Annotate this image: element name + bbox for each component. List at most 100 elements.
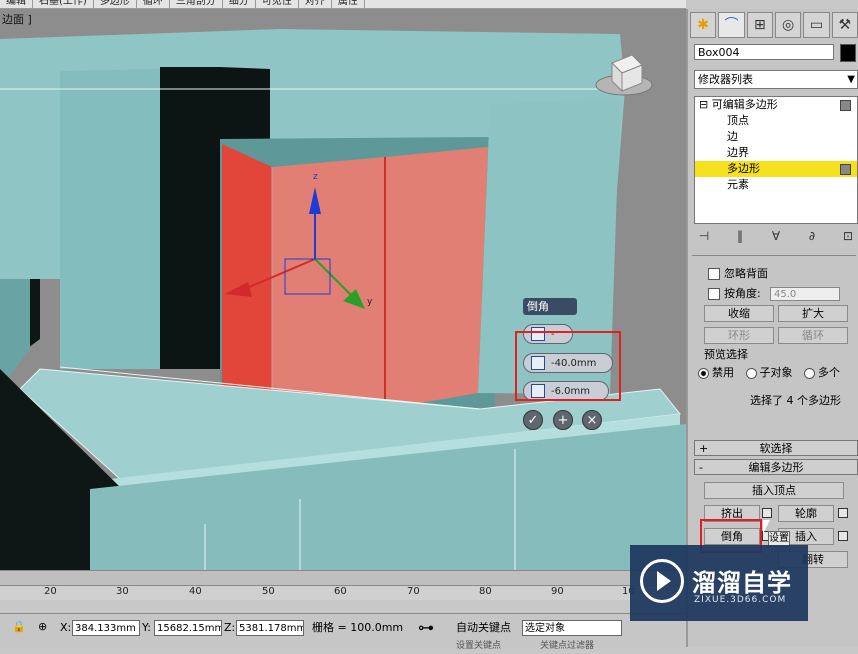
z-coordinate-field[interactable]: 5381.178mm — [236, 620, 304, 636]
key-filters-button[interactable]: 关键点过滤器 — [540, 638, 594, 654]
gizmo-y-label: y — [367, 297, 373, 307]
selected-polygon — [385, 147, 488, 409]
configure-sets-icon[interactable]: ⊡ — [838, 229, 858, 249]
menu-item[interactable]: 属性 — [332, 0, 365, 8]
ruler-tick: 20 — [44, 586, 57, 597]
menu-item[interactable]: 对齐 — [299, 0, 332, 8]
plus-icon: + — [699, 442, 709, 455]
status-bar: 🔒 ⊕ X: 384.133mm Y: 15682.15mm Z: 5381.1… — [0, 613, 686, 651]
stack-item-edge[interactable]: 边 — [695, 129, 857, 145]
chevron-down-icon: ▼ — [847, 74, 855, 85]
preview-subobject-radio[interactable]: 子对象 — [745, 366, 793, 379]
set-key-button[interactable]: 设置关键点 — [456, 638, 501, 654]
show-end-result-icon[interactable]: ‖ — [730, 229, 750, 249]
menu-item[interactable]: 三角剖分 — [170, 0, 223, 8]
hierarchy-tab-icon[interactable]: ⊞ — [746, 12, 773, 38]
object-name-field[interactable]: Box004 — [694, 44, 834, 60]
outline-button[interactable]: 轮廓 — [778, 505, 834, 522]
soft-selection-rollout[interactable]: + 软选择 — [694, 440, 858, 456]
by-angle-spinner[interactable]: 45.0 — [770, 287, 840, 301]
selection-status: 选择了 4 个多边形 — [750, 394, 841, 407]
watermark-url: ZIXUE.3D66.COM — [694, 595, 787, 605]
stack-toolbar: ⊣ ‖ ∀ ∂ ⊡ — [694, 229, 858, 249]
bevel-caddy: 倒角 - -40.0mm -6.0mm ✓ + × — [515, 298, 631, 433]
preview-multi-radio[interactable]: 多个 — [804, 366, 840, 379]
y-label: Y: — [142, 621, 151, 634]
grow-button[interactable]: 扩大 — [778, 305, 848, 322]
make-unique-icon[interactable]: ∀ — [766, 229, 786, 249]
stack-toggle-icon — [840, 100, 851, 111]
menu-item[interactable]: 可见性 — [256, 0, 299, 8]
ruler-tick: 70 — [407, 586, 420, 597]
shrink-button[interactable]: 收缩 — [704, 305, 774, 322]
minus-icon: - — [699, 461, 703, 474]
outline-settings-icon[interactable] — [838, 508, 848, 518]
loop-button[interactable]: 循环 — [778, 327, 848, 344]
x-label: X: — [60, 621, 72, 634]
absolute-mode-icon[interactable]: ⊕ — [38, 619, 47, 635]
column-face — [60, 69, 160, 369]
inset-settings-icon[interactable] — [838, 531, 848, 541]
create-tab-icon[interactable]: ✱ — [690, 12, 717, 38]
stack-item-vertex[interactable]: 顶点 — [695, 113, 857, 129]
track-ruler: 20 30 40 50 60 70 80 90 10 — [0, 585, 686, 600]
dark-column — [160, 67, 220, 369]
scene-geometry: z y — [0, 29, 686, 570]
apply-button[interactable]: + — [553, 410, 573, 430]
preview-off-radio[interactable]: 禁用 — [698, 366, 734, 379]
selected-polygon — [272, 157, 385, 427]
watermark: 溜溜自学 ZIXUE.3D66.COM — [630, 545, 808, 621]
perspective-viewport[interactable]: 边面 ] z y 倒角 - -40.0mm -6.0mm ✓ + × — [0, 9, 686, 570]
y-coordinate-field[interactable]: 15682.15mm — [154, 620, 222, 636]
divider — [692, 255, 856, 256]
caddy-title: 倒角 — [523, 298, 577, 315]
mouse-cursor-icon — [763, 520, 770, 534]
utilities-tab-icon[interactable]: ⚒ — [831, 12, 858, 38]
ruler-tick: 50 — [262, 586, 275, 597]
cancel-button[interactable]: × — [582, 410, 602, 430]
object-color-swatch[interactable] — [840, 44, 856, 62]
remove-modifier-icon[interactable]: ∂ — [802, 229, 822, 249]
menu-item[interactable]: 石墨(工作) — [33, 0, 94, 8]
stack-item-border[interactable]: 边界 — [695, 145, 857, 161]
modifier-list-dropdown[interactable]: 修改器列表 ▼ — [694, 70, 858, 89]
highlight-box — [515, 331, 621, 401]
modify-tab-icon[interactable]: ⌒ — [718, 12, 745, 38]
preview-selection-group: 禁用 子对象 多个 — [698, 366, 858, 380]
ruler-tick: 80 — [479, 586, 492, 597]
ruler-tick: 60 — [334, 586, 347, 597]
insert-vertex-button[interactable]: 插入顶点 — [704, 482, 844, 499]
ruler-tick: 30 — [116, 586, 129, 597]
key-icon[interactable]: ⊶ — [418, 620, 434, 636]
preview-selection-label: 预览选择 — [704, 348, 748, 361]
menu-bar: 编辑 石墨(工作) 多边形 循环 三角剖分 细分 可见性 对齐 属性 — [0, 0, 686, 9]
stack-toggle-icon — [840, 164, 851, 175]
menu-item[interactable]: 细分 — [223, 0, 256, 8]
motion-tab-icon[interactable]: ◎ — [774, 12, 802, 38]
menu-item[interactable]: 编辑 — [0, 0, 33, 8]
auto-key-button[interactable]: 自动关键点 — [456, 620, 511, 636]
z-label: Z: — [224, 621, 236, 634]
pin-stack-icon[interactable]: ⊣ — [694, 229, 714, 249]
ring-button[interactable]: 环形 — [704, 327, 774, 344]
x-coordinate-field[interactable]: 384.133mm — [72, 620, 140, 636]
selection-set-dropdown[interactable]: 选定对象 — [522, 620, 622, 636]
watermark-title: 溜溜自学 — [692, 569, 792, 597]
collapse-icon: ⊟ — [699, 98, 709, 111]
ruler-tick: 90 — [551, 586, 564, 597]
lock-icon[interactable]: 🔒 — [12, 619, 26, 635]
stack-item-polygon[interactable]: 多边形 — [695, 161, 857, 177]
extrude-settings-icon[interactable] — [762, 508, 772, 518]
stack-root[interactable]: ⊟ 可编辑多边形 — [695, 97, 857, 113]
ok-button[interactable]: ✓ — [523, 410, 543, 430]
menu-item[interactable]: 多边形 — [94, 0, 137, 8]
menu-item[interactable]: 循环 — [137, 0, 170, 8]
viewcube[interactable] — [594, 45, 654, 109]
by-angle-checkbox[interactable]: 按角度: — [708, 287, 761, 301]
gizmo-z-label: z — [313, 172, 318, 182]
stack-item-element[interactable]: 元素 — [695, 177, 857, 193]
display-tab-icon[interactable]: ▭ — [803, 12, 830, 38]
edit-polygons-rollout[interactable]: - 编辑多边形 — [694, 459, 858, 475]
grid-readout: 栅格 = 100.0mm — [312, 621, 404, 634]
ignore-backface-checkbox[interactable]: 忽略背面 — [708, 267, 768, 281]
